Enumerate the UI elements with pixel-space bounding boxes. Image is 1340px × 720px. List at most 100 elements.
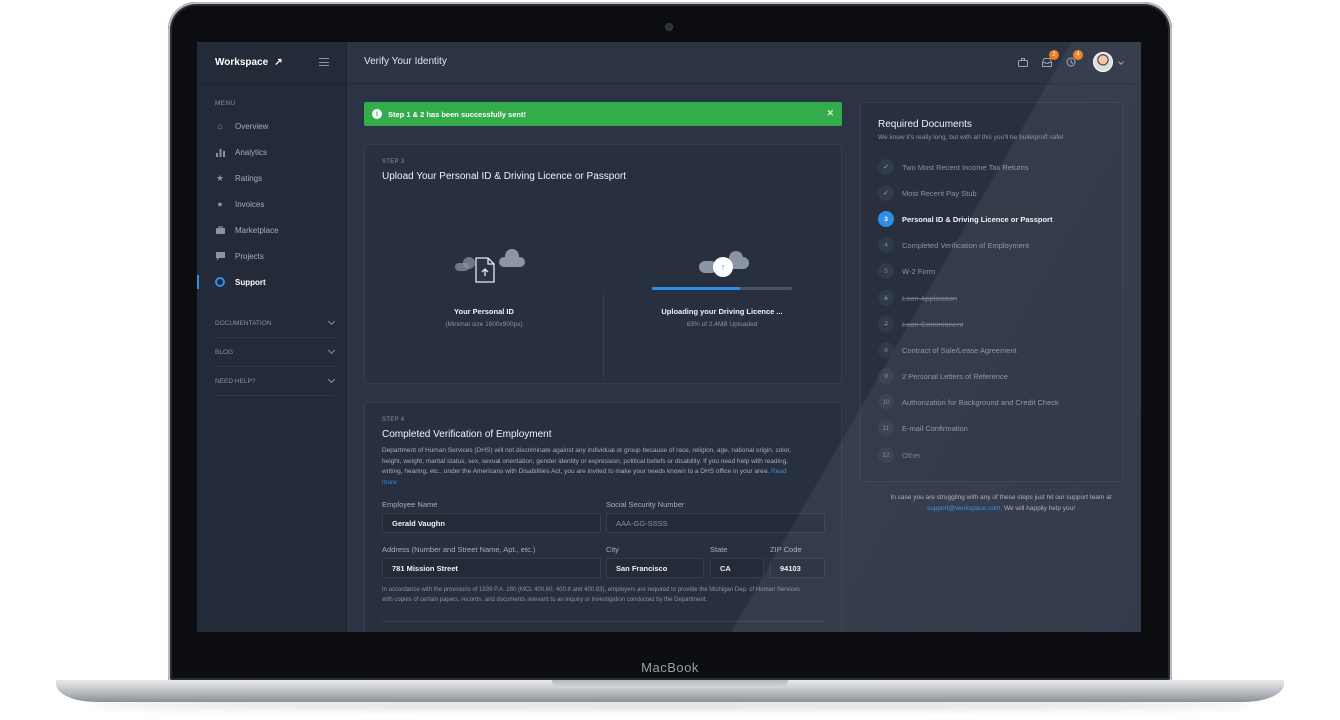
- driving-licence-label: Uploading your Driving Licence ...: [661, 307, 783, 316]
- step-number: 7: [878, 316, 894, 332]
- alerts-icon[interactable]: 4: [1065, 50, 1083, 68]
- required-item[interactable]: 5 W-2 Form: [878, 263, 935, 279]
- zip-label: ZIP Code: [770, 545, 802, 554]
- briefcase-icon: [215, 225, 225, 235]
- check-icon: ✓: [878, 159, 894, 175]
- alert-message: Step 1 & 2 has been successfully sent!: [388, 109, 526, 119]
- required-item[interactable]: 8 Contract of Sale/Lease Agreement: [878, 342, 1017, 358]
- close-icon[interactable]: ✕: [826, 108, 834, 119]
- sidebar-item-ratings[interactable]: ★ Ratings: [197, 165, 346, 191]
- sidebar-item-label: Marketplace: [235, 225, 279, 235]
- description-text: Department of Human Services (DHS) will …: [382, 447, 791, 475]
- step-label: STEP 3: [382, 159, 405, 165]
- sidebar-group-label: BLOG: [215, 348, 234, 356]
- star-icon: ★: [215, 172, 225, 183]
- divider: [382, 621, 824, 622]
- required-subtitle: We know it's really long, but with all t…: [878, 134, 1064, 141]
- required-item[interactable]: 12 Other: [878, 447, 921, 463]
- avatar[interactable]: [1093, 52, 1113, 72]
- required-item-label: 2 Personal Letters of Reference: [902, 371, 1008, 381]
- help-prefix: In case you are struggling with any of t…: [890, 494, 1112, 501]
- city-label: City: [606, 545, 619, 554]
- step-number: 9: [878, 368, 894, 384]
- sidebar-group-blog[interactable]: BLOG: [215, 338, 336, 367]
- fine-print: In accordance with the provisions of 193…: [382, 587, 800, 603]
- sidebar-item-label: Overview: [235, 121, 269, 131]
- required-item[interactable]: 4 Completed Verification of Employment: [878, 237, 1029, 253]
- sidebar-item-analytics[interactable]: Analytics: [197, 139, 346, 165]
- required-title: Required Documents: [878, 119, 972, 130]
- state-label: State: [710, 545, 728, 554]
- sidebar-group-label: NEED HELP?: [215, 377, 256, 385]
- required-item-label: Loan Commitment: [902, 319, 964, 329]
- lifebuoy-icon: [215, 277, 225, 287]
- required-item-label: Other: [902, 450, 921, 460]
- personal-id-label: Your Personal ID: [454, 307, 514, 316]
- required-documents-panel: Required Documents We know it's really l…: [860, 102, 1123, 482]
- chevron-down-icon[interactable]: [1118, 59, 1124, 65]
- city-input[interactable]: San Francisco: [606, 558, 704, 578]
- ssn-input[interactable]: AAA-GG-SSSS: [606, 513, 825, 533]
- required-item[interactable]: 10 Authorization for Background and Cred…: [878, 394, 1059, 410]
- notifications-inbox-icon[interactable]: 2: [1041, 50, 1059, 68]
- upload-arrow-icon: ↑: [713, 257, 733, 277]
- support-email-link[interactable]: support@workspace.com: [927, 505, 1000, 512]
- success-alert: i Step 1 & 2 has been successfully sent!…: [364, 102, 842, 126]
- required-item-label: Contract of Sale/Lease Agreement: [902, 345, 1017, 355]
- step-number: 12: [878, 447, 894, 463]
- required-item-current[interactable]: 3 Personal ID & Driving Licence or Passp…: [878, 211, 1052, 227]
- sidebar-item-support[interactable]: Support: [197, 269, 346, 295]
- step-description: Department of Human Services (DHS) will …: [382, 446, 792, 488]
- trend-icon: ↗: [274, 57, 283, 68]
- required-item-label: Completed Verification of Employment: [902, 240, 1030, 250]
- required-item[interactable]: 7 Loan Commitment: [878, 316, 963, 332]
- sidebar-item-label: Ratings: [235, 173, 263, 183]
- check-icon: ✓: [878, 185, 894, 201]
- briefcase-icon[interactable]: [1017, 56, 1029, 68]
- required-item[interactable]: 11 E-mail Confirmation: [878, 420, 968, 436]
- upload-status: 63% of 2,4MB Uploaded: [686, 321, 758, 328]
- state-input[interactable]: CA: [710, 558, 764, 578]
- required-item-label: Loan Application: [902, 293, 958, 303]
- required-item[interactable]: 9 2 Personal Letters of Reference: [878, 368, 1008, 384]
- sidebar-item-overview[interactable]: ⌂ Overview: [197, 113, 346, 139]
- address-input[interactable]: 781 Mission Street: [382, 558, 601, 578]
- zip-input[interactable]: 94103: [770, 558, 825, 578]
- address-label: Address (Number and Street Name, Apt., e…: [382, 545, 536, 554]
- sidebar-item-label: Analytics: [235, 147, 268, 157]
- required-item[interactable]: ✓ Two Most Recent Income Tax Returns: [878, 159, 1029, 175]
- step-number: 6: [878, 290, 894, 306]
- notifications-badge: 2: [1049, 50, 1059, 60]
- cloud-icon: [463, 257, 475, 269]
- required-item[interactable]: ✓ Most Recent Pay Stub: [878, 185, 977, 201]
- step-number: 3: [878, 211, 894, 227]
- sidebar-item-invoices[interactable]: ● Invoices: [197, 191, 346, 217]
- sidebar-item-projects[interactable]: Projects: [197, 243, 346, 269]
- hamburger-menu-icon[interactable]: [319, 58, 329, 66]
- chat-icon: [215, 251, 225, 261]
- device-brand: MacBook: [641, 660, 699, 675]
- required-item-label: E-mail Confirmation: [902, 423, 968, 433]
- upload-progress-fill: [652, 287, 741, 290]
- employee-name-input[interactable]: Gerald Vaughn: [382, 513, 601, 533]
- sidebar-group-documentation[interactable]: DOCUMENTATION: [215, 309, 336, 338]
- step-number: 4: [878, 237, 894, 253]
- sidebar-group-label: DOCUMENTATION: [215, 319, 272, 327]
- chevron-down-icon: [327, 317, 336, 326]
- required-item-label: Most Recent Pay Stub: [902, 188, 977, 198]
- personal-id-hint: (Minimal size 1600x900px): [445, 321, 523, 328]
- topbar: Verify Your Identity 2 4: [347, 42, 1141, 84]
- chevron-down-icon: [327, 346, 336, 355]
- step-number: 8: [878, 342, 894, 358]
- sidebar-item-label: Support: [235, 277, 266, 287]
- sidebar-item-marketplace[interactable]: Marketplace: [197, 217, 346, 243]
- bar-chart-icon: [215, 147, 225, 157]
- sidebar-group-need-help[interactable]: NEED HELP?: [215, 367, 336, 396]
- coins-icon: ●: [217, 199, 223, 209]
- required-item[interactable]: 6 Loan Application: [878, 290, 957, 306]
- laptop-notch: [552, 680, 788, 688]
- sidebar: Workspace ↗ MENU ⌂ Overview Analytics ★ …: [197, 42, 347, 632]
- alerts-badge: 4: [1073, 50, 1083, 60]
- app-name: Workspace: [215, 57, 269, 68]
- app-screen: Workspace ↗ MENU ⌂ Overview Analytics ★ …: [197, 42, 1141, 632]
